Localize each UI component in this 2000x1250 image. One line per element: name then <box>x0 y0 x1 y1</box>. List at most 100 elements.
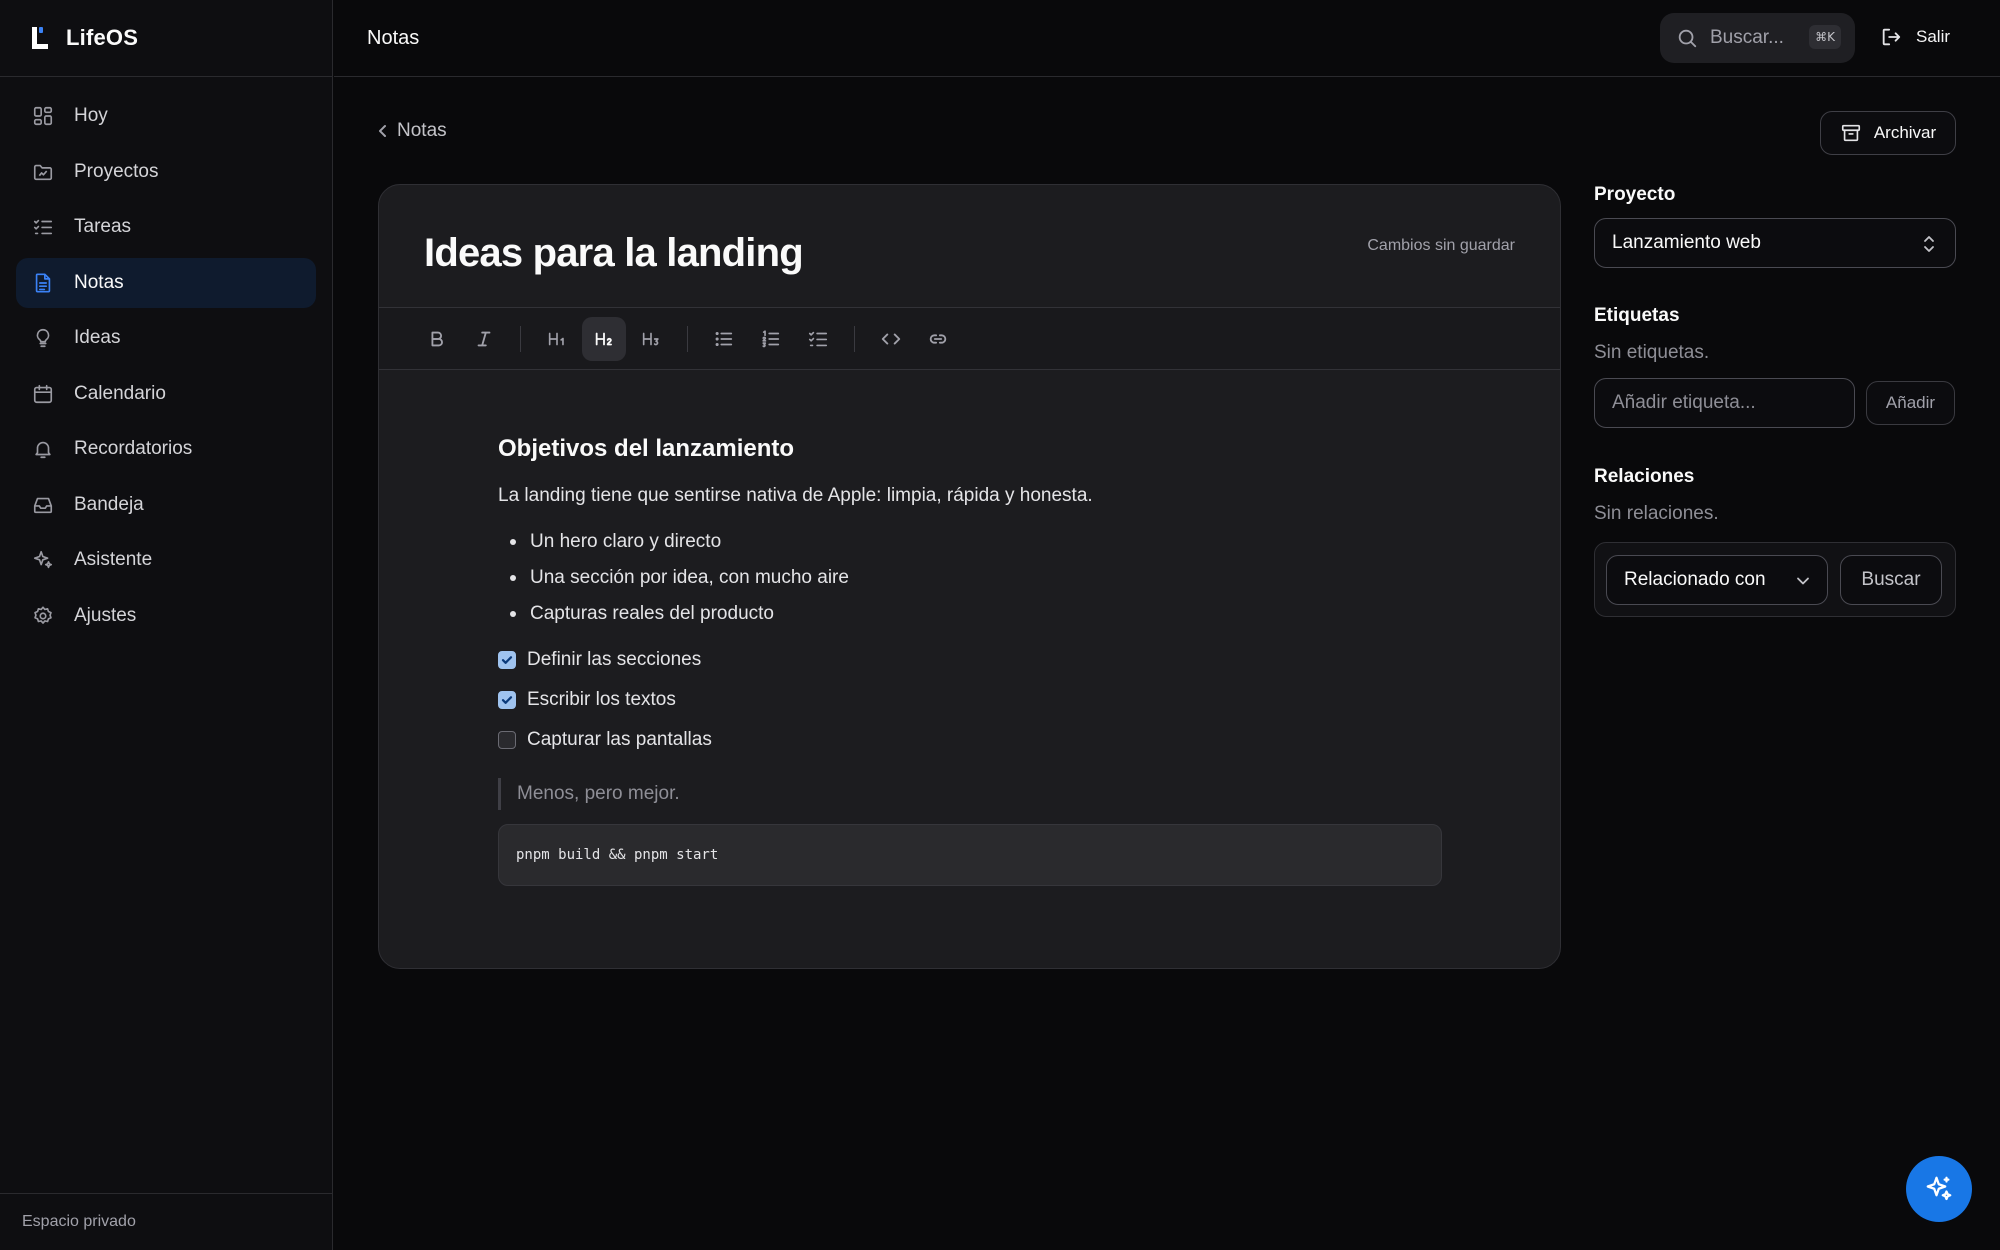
relations-section-title: Relaciones <box>1594 466 1695 487</box>
brand[interactable]: LifeOS <box>0 0 332 77</box>
sidebar-item-asistente[interactable]: Asistente <box>16 535 316 585</box>
sidebar-item-label: Notas <box>74 271 124 293</box>
italic-button[interactable] <box>462 317 506 361</box>
sidebar-item-hoy[interactable]: Hoy <box>16 91 316 141</box>
sidebar-item-ideas[interactable]: Ideas <box>16 313 316 363</box>
task-item: Capturar las pantallas <box>498 720 1442 760</box>
editor-header: Ideas para la landing Cambios sin guarda… <box>379 185 1560 308</box>
list-item-text: Una sección por idea, con mucho aire <box>530 567 849 588</box>
italic-icon <box>473 328 495 350</box>
tags-section-title: Etiquetas <box>1594 305 1680 326</box>
logout-button[interactable]: Salir <box>1880 26 1950 48</box>
archive-label: Archivar <box>1873 123 1937 142</box>
task-checkbox[interactable] <box>498 651 516 669</box>
sidebar-item-calendario[interactable]: Calendario <box>16 369 316 419</box>
sidebar-item-label: Tareas <box>74 216 132 237</box>
save-status: Cambios sin guardar <box>1367 237 1515 254</box>
sidebar-item-label: Ajustes <box>74 604 137 626</box>
sidebar-item-ajustes[interactable]: Ajustes <box>16 591 316 641</box>
heading-2-button[interactable] <box>582 316 626 361</box>
list-item: Capturas reales del producto <box>498 596 1442 632</box>
toolbar-separator <box>687 325 688 352</box>
project-select-value: Lanzamiento web <box>1612 232 1761 253</box>
document-icon <box>32 272 54 294</box>
workspace-label: Espacio privado <box>0 1193 332 1250</box>
back-link[interactable]: Notas <box>377 120 447 142</box>
bullet-list-button[interactable] <box>702 317 746 361</box>
code-block: pnpm build && pnpm start <box>498 824 1442 886</box>
grid-icon <box>32 105 54 127</box>
link-button[interactable] <box>916 317 960 361</box>
lifeos-logo-icon <box>30 25 50 51</box>
numbered-list-button[interactable] <box>749 317 793 361</box>
topbar: Notas Buscar... ⌘K Salir <box>334 0 2000 77</box>
bullet-dot <box>510 539 516 545</box>
heading-1-icon <box>546 328 568 350</box>
sidebar-item-bandeja[interactable]: Bandeja <box>16 480 316 530</box>
relation-add-box: Relacionado con Buscar <box>1594 542 1956 617</box>
search-shortcut: ⌘K <box>1809 25 1841 49</box>
sidebar-item-proyectos[interactable]: Proyectos <box>16 147 316 197</box>
numbered-list-icon <box>760 328 782 350</box>
task-checkbox[interactable] <box>498 691 516 709</box>
check-icon <box>500 693 514 707</box>
relations-empty-text: Sin relaciones. <box>1594 503 1719 524</box>
tag-add-row: Añadir <box>1594 378 1956 428</box>
task-label: Capturar las pantallas <box>527 729 712 750</box>
heading-3-icon <box>640 328 662 350</box>
chevron-down-icon <box>1793 571 1813 591</box>
checklist-icon <box>32 216 54 238</box>
task-label: Escribir los textos <box>527 689 676 710</box>
relation-type-value: Relacionado con <box>1624 568 1766 590</box>
sidebar-item-tareas[interactable]: Tareas <box>16 202 316 252</box>
task-checkbox[interactable] <box>498 731 516 749</box>
sidebar-item-label: Calendario <box>74 382 166 404</box>
tag-input[interactable] <box>1594 378 1855 428</box>
list-item-text: Capturas reales del producto <box>530 603 774 624</box>
formatting-toolbar <box>379 308 1560 370</box>
sidebar-item-label: Asistente <box>74 549 153 570</box>
add-tag-button[interactable]: Añadir <box>1866 381 1955 425</box>
sidebar-item-recordatorios[interactable]: Recordatorios <box>16 424 316 474</box>
sidebar-item-notas[interactable]: Notas <box>16 257 316 308</box>
chevron-up-down-icon <box>1919 233 1939 255</box>
sidebar-item-label: Ideas <box>74 327 121 348</box>
task-item: Definir las secciones <box>498 640 1442 680</box>
sparkles-icon <box>1924 1174 1954 1204</box>
archive-icon <box>1840 122 1862 144</box>
bold-button[interactable] <box>415 317 459 361</box>
code-button[interactable] <box>869 317 913 361</box>
gear-icon <box>32 605 54 627</box>
bullet-dot <box>510 575 516 581</box>
note-editor: Ideas para la landing Cambios sin guarda… <box>378 184 1561 969</box>
heading-3-button[interactable] <box>629 317 673 361</box>
back-label: Notas <box>397 120 447 141</box>
list-item-text: Un hero claro y directo <box>530 531 722 552</box>
relation-search-button[interactable]: Buscar <box>1840 554 1942 605</box>
inbox-icon <box>32 494 54 516</box>
search-placeholder: Buscar... <box>1710 27 1784 48</box>
assistant-fab-button[interactable] <box>1906 1156 1972 1222</box>
list-item: Una sección por idea, con mucho aire <box>498 560 1442 596</box>
heading-1-button[interactable] <box>535 317 579 361</box>
logout-icon <box>1880 26 1902 48</box>
task-list-icon <box>807 328 829 350</box>
toolbar-separator <box>520 325 521 352</box>
relation-type-select[interactable]: Relacionado con <box>1606 554 1828 605</box>
archive-button[interactable]: Archivar <box>1820 111 1956 155</box>
note-paragraph: La landing tiene que sentirse nativa de … <box>498 485 1093 506</box>
bullet-list: Un hero claro y directo Una sección por … <box>498 524 1442 632</box>
sidebar-item-label: Hoy <box>74 105 108 126</box>
note-properties-panel: Proyecto Lanzamiento web Etiquetas Sin e… <box>1594 184 1956 617</box>
note-title[interactable]: Ideas para la landing <box>424 231 804 276</box>
note-body[interactable]: Objetivos del lanzamiento La landing tie… <box>498 435 1442 886</box>
task-list-button[interactable] <box>796 317 840 361</box>
bell-icon <box>32 438 54 460</box>
note-quote: Menos, pero mejor. <box>498 778 1442 810</box>
bullet-dot <box>510 611 516 617</box>
search-input[interactable]: Buscar... ⌘K <box>1660 13 1855 63</box>
project-select[interactable]: Lanzamiento web <box>1594 218 1956 268</box>
task-label: Definir las secciones <box>527 649 702 670</box>
sidebar-item-label: Bandeja <box>74 493 144 515</box>
tags-empty-text: Sin etiquetas. <box>1594 342 1710 363</box>
